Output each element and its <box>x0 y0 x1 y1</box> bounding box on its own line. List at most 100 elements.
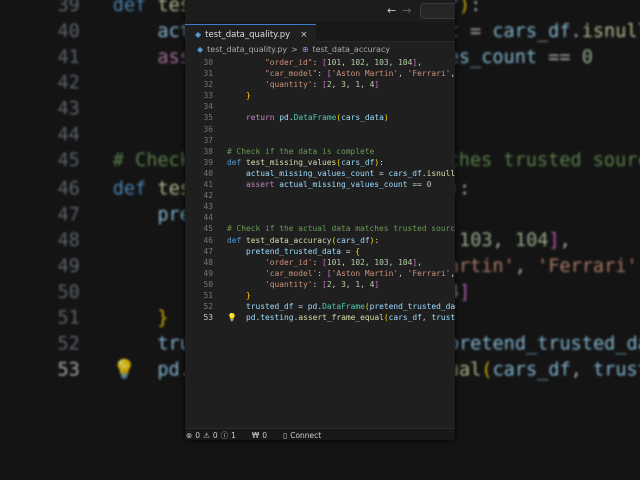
code-line[interactable]: 49 'car_model': ['Aston Martin', 'Ferrar… <box>185 268 455 279</box>
code-line[interactable]: 38 # Check if the data is complete <box>185 146 455 157</box>
line-number: 33 <box>203 91 213 101</box>
line-number: 51 <box>203 290 213 300</box>
code-token: . <box>570 20 582 42</box>
breadcrumb-file[interactable]: test_data_quality.py <box>207 45 287 54</box>
back-button[interactable]: ← <box>387 4 396 17</box>
code-line[interactable]: 30 "order_id": [101, 102, 103, 104], <box>185 57 455 68</box>
error-icon[interactable]: ⊗ <box>186 431 192 440</box>
code-line[interactable]: 51 } <box>185 290 455 301</box>
python-file-icon: ◆ <box>195 30 202 39</box>
code-line[interactable]: 37 <box>185 135 455 146</box>
code-token: : <box>317 268 327 278</box>
lightbulb-icon[interactable]: 💡 <box>227 312 237 323</box>
code-token: , <box>398 268 408 278</box>
line-number: 48 <box>57 228 80 251</box>
code-line[interactable]: 35 return pd.DataFrame(cars_data) <box>185 112 455 123</box>
line-number: 45 <box>57 150 80 172</box>
code-token: } <box>246 290 251 300</box>
code-token: = <box>293 302 308 312</box>
vscode-window: ← → ◆ test_data_quality.py × ◆ test_data_… <box>185 0 455 440</box>
code-line[interactable]: 39 def test_missing_values(cars_df): <box>185 157 455 168</box>
code-token: def <box>112 0 147 16</box>
code-editor[interactable]: 30 "order_id": [101, 102, 103, 104], 31 "… <box>185 56 455 323</box>
code-line[interactable]: 44 <box>185 212 455 223</box>
code-token: 0 <box>426 180 432 190</box>
line-number: 31 <box>203 69 213 79</box>
code-token: "order_id" <box>265 58 313 67</box>
ports-count[interactable]: 0 <box>262 431 267 440</box>
code-line[interactable]: 50 'quantity': [2, 3, 1, 4] <box>185 279 455 290</box>
line-number: 47 <box>57 202 80 225</box>
warning-icon[interactable]: ⚠ <box>203 431 210 440</box>
forward-button[interactable]: → <box>402 4 411 17</box>
code-token: : <box>379 157 384 167</box>
code-line[interactable]: 48 'order_id': [101, 102, 103, 104], <box>185 257 455 268</box>
line-number: 44 <box>57 124 80 146</box>
code-token: trusted_ <box>431 313 455 323</box>
code-token: = <box>374 168 389 178</box>
line-number: 48 <box>203 257 213 267</box>
line-number: 53 <box>57 359 80 381</box>
code-line[interactable]: 52 trusted_df = pd.DataFrame(pretend_tru… <box>185 301 455 312</box>
code-token: } <box>157 307 169 329</box>
breadcrumb: ◆ test_data_quality.py > ⊕ test_data_acc… <box>185 42 455 56</box>
code-line[interactable]: 47 pretend_trusted_data = { <box>185 246 455 257</box>
database-icon[interactable]: ▯ <box>283 431 287 440</box>
code-line[interactable]: 31 "car_model": ['Aston Martin', 'Ferrar… <box>185 68 455 79</box>
breadcrumb-symbol[interactable]: test_data_accuracy <box>313 45 390 54</box>
code-token: = <box>458 20 493 42</box>
code-token: , <box>341 257 351 267</box>
command-center-search[interactable] <box>420 3 455 19</box>
tab-test-data-quality[interactable]: ◆ test_data_quality.py × <box>185 24 316 44</box>
close-tab-icon[interactable]: × <box>300 30 308 40</box>
code-line[interactable]: 43 <box>185 201 455 212</box>
line-number: 35 <box>203 113 213 123</box>
code-token: 101 <box>326 257 342 267</box>
code-line[interactable]: 36 <box>185 124 455 135</box>
code-line[interactable]: 41 assert actual_missing_values_count ==… <box>185 179 455 190</box>
code-line[interactable]: 34 <box>185 101 455 112</box>
code-token: , <box>341 58 351 67</box>
code-token: ] <box>459 281 471 303</box>
code-line[interactable]: 42 <box>185 190 455 201</box>
code-token: pd <box>157 359 180 381</box>
code-token: , <box>364 58 375 67</box>
code-token: 'Ferrari' <box>537 255 638 277</box>
code-token: 'car_model' <box>265 268 318 278</box>
line-number: 42 <box>57 72 80 94</box>
line-number: 49 <box>203 268 213 278</box>
error-count[interactable]: 0 <box>195 431 200 440</box>
line-number: 39 <box>203 157 213 167</box>
connect-button[interactable]: Connect <box>290 431 321 440</box>
line-number: 43 <box>203 202 213 212</box>
info-count[interactable]: 1 <box>231 431 236 440</box>
code-token: : <box>312 279 323 289</box>
line-number: 53 <box>203 313 213 323</box>
code-line[interactable]: 32 'quantity': [2, 3, 1, 4] <box>185 79 455 90</box>
code-line[interactable]: 45 # Check if the actual data matches tru… <box>185 223 455 234</box>
code-line[interactable]: 46 def test_data_accuracy(cars_df): <box>185 235 455 246</box>
code-token: cars_df <box>336 235 370 245</box>
code-line[interactable]: 33 } <box>185 90 455 101</box>
info-icon[interactable]: ⓘ <box>221 430 229 441</box>
code-token: , <box>360 80 370 90</box>
code-token: assert <box>246 180 275 190</box>
code-token: # Check if the actual data matches trust… <box>227 224 455 234</box>
code-line[interactable]: 40 actual_missing_values_count = cars_df… <box>185 168 455 179</box>
code-token: : <box>470 0 482 16</box>
title-bar: ← → <box>185 0 455 22</box>
code-token: 103 <box>374 58 389 67</box>
code-token: , <box>570 359 594 381</box>
warning-count[interactable]: 0 <box>213 431 218 440</box>
code-token: def <box>112 176 147 198</box>
code-token: assert_frame_equal <box>298 313 384 323</box>
code-token: testing <box>260 313 294 323</box>
ports-icon[interactable]: ₩ <box>252 431 259 440</box>
code-token: pretend_trusted_data <box>369 302 455 312</box>
code-line[interactable]: 53 💡 pd.testing.assert_frame_equal(cars_d… <box>185 312 455 323</box>
